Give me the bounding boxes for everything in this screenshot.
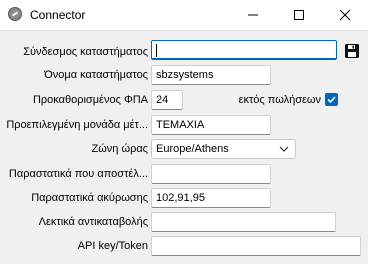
close-button[interactable]: [322, 0, 368, 30]
minimize-icon: [248, 14, 258, 16]
default-unit-label: Προεπιλεγμένη μονάδα μέτ...: [6, 119, 148, 131]
timezone-value: Europe/Athens: [156, 143, 229, 155]
save-button[interactable]: [344, 43, 360, 59]
store-name-label: Όνομα καταστήματος: [44, 69, 148, 81]
store-link-input[interactable]: [151, 40, 337, 60]
default-vat-input[interactable]: 24: [151, 90, 183, 110]
text-caret: [156, 44, 157, 57]
connector-app-icon: [8, 7, 22, 21]
close-icon: [339, 9, 351, 21]
maximize-icon: [294, 10, 304, 20]
default-vat-label: Προκαθορισμένος ΦΠΑ: [32, 94, 148, 106]
default-unit-input[interactable]: ΤΕΜΑΧΙΑ: [151, 115, 271, 135]
chevron-down-icon: [279, 146, 289, 152]
sent-documents-label: Παραστατικά που αποστέλ...: [8, 168, 148, 180]
cancel-words-input[interactable]: [151, 212, 336, 232]
store-name-input[interactable]: sbzsystems: [151, 65, 271, 85]
timezone-select[interactable]: Europe/Athens: [151, 139, 296, 159]
cancel-documents-label: Παραστατικά ακύρωσης: [31, 192, 148, 204]
exempt-sales-checkbox[interactable]: [325, 93, 338, 106]
title-bar: Connector: [0, 0, 368, 31]
cancel-documents-input[interactable]: 102,91,95: [151, 188, 271, 208]
api-key-input[interactable]: [151, 236, 361, 256]
timezone-label: Ζώνη ώρας: [91, 143, 149, 155]
minimize-button[interactable]: [230, 0, 276, 30]
cancel-words-label: Λεκτικά αντικαταβολής: [38, 216, 148, 228]
sent-documents-input[interactable]: [151, 164, 271, 184]
exempt-sales-label: εκτός πωλήσεων: [238, 94, 321, 106]
store-link-label: Σύνδεσμος καταστήματος: [23, 46, 148, 58]
checkmark-icon: [327, 96, 336, 104]
floppy-disk-icon: [345, 44, 359, 58]
window-title: Connector: [30, 8, 86, 22]
maximize-button[interactable]: [276, 0, 322, 30]
api-key-label: API key/Token: [77, 240, 148, 252]
